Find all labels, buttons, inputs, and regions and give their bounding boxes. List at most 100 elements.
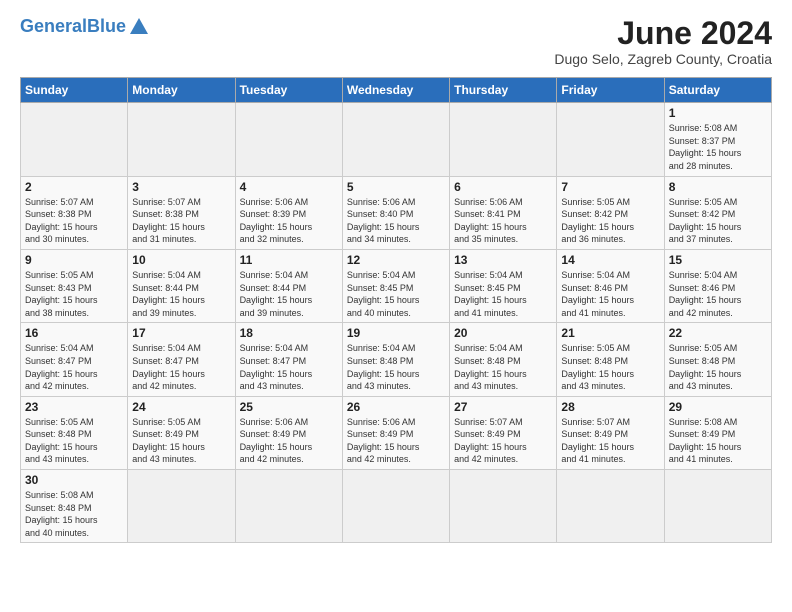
calendar-cell: 5 Sunrise: 5:06 AM Sunset: 8:40 PM Daylig…	[342, 176, 449, 249]
day-info: Sunrise: 5:04 AM Sunset: 8:44 PM Dayligh…	[240, 269, 338, 319]
day-info: Sunrise: 5:05 AM Sunset: 8:42 PM Dayligh…	[669, 196, 767, 246]
day-info: Sunrise: 5:06 AM Sunset: 8:49 PM Dayligh…	[240, 416, 338, 466]
day-number: 19	[347, 326, 445, 340]
calendar-cell	[342, 103, 449, 176]
day-header-tuesday: Tuesday	[235, 78, 342, 103]
day-info: Sunrise: 5:08 AM Sunset: 8:37 PM Dayligh…	[669, 122, 767, 172]
calendar-cell: 3 Sunrise: 5:07 AM Sunset: 8:38 PM Daylig…	[128, 176, 235, 249]
calendar-cell: 14Sunrise: 5:04 AM Sunset: 8:46 PM Dayli…	[557, 249, 664, 322]
week-row-0: 1 Sunrise: 5:08 AM Sunset: 8:37 PM Daylig…	[21, 103, 772, 176]
day-number: 25	[240, 400, 338, 414]
calendar-cell	[557, 470, 664, 543]
calendar-cell	[450, 470, 557, 543]
calendar-cell: 27 Sunrise: 5:07 AM Sunset: 8:49 PM Dayli…	[450, 396, 557, 469]
day-number: 29	[669, 400, 767, 414]
day-number: 7	[561, 180, 659, 194]
day-number: 23	[25, 400, 123, 414]
day-number: 14	[561, 253, 659, 267]
calendar-cell	[21, 103, 128, 176]
day-info: Sunrise: 5:06 AM Sunset: 8:39 PM Dayligh…	[240, 196, 338, 246]
day-number: 6	[454, 180, 552, 194]
day-info: Sunrise: 5:04 AM Sunset: 8:47 PM Dayligh…	[240, 342, 338, 392]
calendar-cell: 18 Sunrise: 5:04 AM Sunset: 8:47 PM Dayli…	[235, 323, 342, 396]
day-number: 12	[347, 253, 445, 267]
week-row-2: 9Sunrise: 5:05 AM Sunset: 8:43 PM Daylig…	[21, 249, 772, 322]
day-number: 24	[132, 400, 230, 414]
day-number: 22	[669, 326, 767, 340]
calendar-cell: 30Sunrise: 5:08 AM Sunset: 8:48 PM Dayli…	[21, 470, 128, 543]
day-info: Sunrise: 5:04 AM Sunset: 8:48 PM Dayligh…	[454, 342, 552, 392]
calendar-cell: 7 Sunrise: 5:05 AM Sunset: 8:42 PM Daylig…	[557, 176, 664, 249]
calendar-cell: 19Sunrise: 5:04 AM Sunset: 8:48 PM Dayli…	[342, 323, 449, 396]
day-info: Sunrise: 5:05 AM Sunset: 8:42 PM Dayligh…	[561, 196, 659, 246]
logo-blue: Blue	[87, 16, 126, 36]
day-info: Sunrise: 5:04 AM Sunset: 8:46 PM Dayligh…	[669, 269, 767, 319]
calendar-cell	[557, 103, 664, 176]
calendar-cell: 9Sunrise: 5:05 AM Sunset: 8:43 PM Daylig…	[21, 249, 128, 322]
calendar-cell: 1 Sunrise: 5:08 AM Sunset: 8:37 PM Daylig…	[664, 103, 771, 176]
day-info: Sunrise: 5:08 AM Sunset: 8:49 PM Dayligh…	[669, 416, 767, 466]
day-info: Sunrise: 5:07 AM Sunset: 8:49 PM Dayligh…	[454, 416, 552, 466]
calendar-cell	[128, 103, 235, 176]
day-info: Sunrise: 5:04 AM Sunset: 8:47 PM Dayligh…	[132, 342, 230, 392]
day-info: Sunrise: 5:07 AM Sunset: 8:49 PM Dayligh…	[561, 416, 659, 466]
day-number: 16	[25, 326, 123, 340]
day-info: Sunrise: 5:05 AM Sunset: 8:48 PM Dayligh…	[561, 342, 659, 392]
calendar-cell: 10Sunrise: 5:04 AM Sunset: 8:44 PM Dayli…	[128, 249, 235, 322]
day-header-sunday: Sunday	[21, 78, 128, 103]
calendar-cell	[450, 103, 557, 176]
calendar-cell	[342, 470, 449, 543]
day-number: 15	[669, 253, 767, 267]
day-number: 5	[347, 180, 445, 194]
day-number: 30	[25, 473, 123, 487]
calendar-cell: 26Sunrise: 5:06 AM Sunset: 8:49 PM Dayli…	[342, 396, 449, 469]
calendar-cell	[128, 470, 235, 543]
calendar-cell: 2 Sunrise: 5:07 AM Sunset: 8:38 PM Daylig…	[21, 176, 128, 249]
calendar-cell: 4 Sunrise: 5:06 AM Sunset: 8:39 PM Daylig…	[235, 176, 342, 249]
logo-text: GeneralBlue	[20, 17, 126, 37]
day-info: Sunrise: 5:06 AM Sunset: 8:40 PM Dayligh…	[347, 196, 445, 246]
day-number: 18	[240, 326, 338, 340]
calendar-cell: 16Sunrise: 5:04 AM Sunset: 8:47 PM Dayli…	[21, 323, 128, 396]
calendar-cell: 29 Sunrise: 5:08 AM Sunset: 8:49 PM Dayli…	[664, 396, 771, 469]
calendar-cell: 6Sunrise: 5:06 AM Sunset: 8:41 PM Daylig…	[450, 176, 557, 249]
calendar-cell: 23 Sunrise: 5:05 AM Sunset: 8:48 PM Dayli…	[21, 396, 128, 469]
day-info: Sunrise: 5:04 AM Sunset: 8:45 PM Dayligh…	[347, 269, 445, 319]
day-number: 27	[454, 400, 552, 414]
day-number: 20	[454, 326, 552, 340]
calendar-cell: 21 Sunrise: 5:05 AM Sunset: 8:48 PM Dayli…	[557, 323, 664, 396]
day-info: Sunrise: 5:04 AM Sunset: 8:45 PM Dayligh…	[454, 269, 552, 319]
day-header-friday: Friday	[557, 78, 664, 103]
day-number: 26	[347, 400, 445, 414]
day-number: 3	[132, 180, 230, 194]
calendar-cell: 25 Sunrise: 5:06 AM Sunset: 8:49 PM Dayli…	[235, 396, 342, 469]
day-info: Sunrise: 5:05 AM Sunset: 8:48 PM Dayligh…	[25, 416, 123, 466]
day-number: 13	[454, 253, 552, 267]
calendar-cell: 15 Sunrise: 5:04 AM Sunset: 8:46 PM Dayli…	[664, 249, 771, 322]
week-row-4: 23 Sunrise: 5:05 AM Sunset: 8:48 PM Dayli…	[21, 396, 772, 469]
title-area: June 2024 Dugo Selo, Zagreb County, Croa…	[554, 16, 772, 67]
day-number: 4	[240, 180, 338, 194]
day-header-thursday: Thursday	[450, 78, 557, 103]
logo-general: General	[20, 16, 87, 36]
day-number: 9	[25, 253, 123, 267]
day-info: Sunrise: 5:07 AM Sunset: 8:38 PM Dayligh…	[132, 196, 230, 246]
day-number: 21	[561, 326, 659, 340]
calendar-cell	[235, 103, 342, 176]
calendar-cell: 11Sunrise: 5:04 AM Sunset: 8:44 PM Dayli…	[235, 249, 342, 322]
month-title: June 2024	[554, 16, 772, 51]
day-number: 28	[561, 400, 659, 414]
header-row: SundayMondayTuesdayWednesdayThursdayFrid…	[21, 78, 772, 103]
location-title: Dugo Selo, Zagreb County, Croatia	[554, 51, 772, 67]
calendar-cell: 28 Sunrise: 5:07 AM Sunset: 8:49 PM Dayli…	[557, 396, 664, 469]
day-info: Sunrise: 5:05 AM Sunset: 8:49 PM Dayligh…	[132, 416, 230, 466]
day-number: 8	[669, 180, 767, 194]
week-row-1: 2 Sunrise: 5:07 AM Sunset: 8:38 PM Daylig…	[21, 176, 772, 249]
calendar-table: SundayMondayTuesdayWednesdayThursdayFrid…	[20, 77, 772, 543]
day-number: 2	[25, 180, 123, 194]
page: GeneralBlue June 2024 Dugo Selo, Zagreb …	[0, 0, 792, 559]
day-number: 1	[669, 106, 767, 120]
day-info: Sunrise: 5:07 AM Sunset: 8:38 PM Dayligh…	[25, 196, 123, 246]
calendar-cell: 8 Sunrise: 5:05 AM Sunset: 8:42 PM Daylig…	[664, 176, 771, 249]
day-header-saturday: Saturday	[664, 78, 771, 103]
